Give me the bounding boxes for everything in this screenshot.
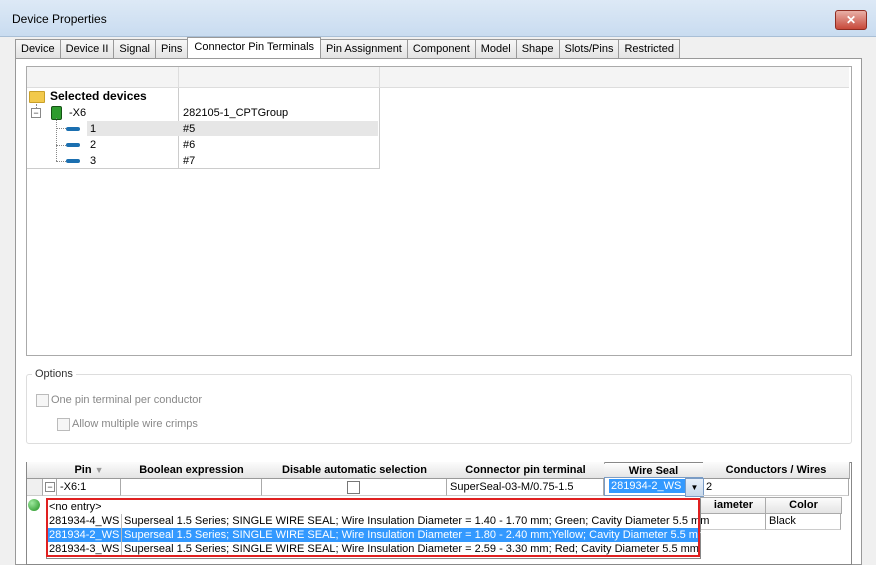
tab-restricted[interactable]: Restricted xyxy=(618,39,680,58)
tree-root-label: Selected devices xyxy=(50,89,147,103)
tree-line xyxy=(56,118,57,161)
collapse-icon[interactable]: − xyxy=(31,108,41,118)
subgrid-header-diameter[interactable]: iameter xyxy=(700,497,767,514)
options-label: Options xyxy=(32,368,76,380)
grid-header-conductors[interactable]: Conductors / Wires xyxy=(703,462,850,479)
tree-pin-name[interactable]: 2 xyxy=(90,137,96,153)
allow-multiple-crimps-label: Allow multiple wire crimps xyxy=(72,418,198,430)
tree-device-value: 282105-1_CPTGroup xyxy=(183,107,289,119)
cell-pin[interactable]: -X6:1 xyxy=(57,479,121,496)
highlight-annotation-box xyxy=(46,498,700,557)
pin-header-label: Pin xyxy=(74,464,92,476)
tab-strip: Device Device II Signal Pins Connector P… xyxy=(15,37,680,58)
tab-model[interactable]: Model xyxy=(474,39,517,58)
tree-device-name[interactable]: -X6 xyxy=(69,105,86,121)
tree-line xyxy=(56,145,66,146)
grid-expander-header xyxy=(43,462,58,479)
tree-header-divider[interactable] xyxy=(178,67,179,87)
tab-signal[interactable]: Signal xyxy=(113,39,156,58)
disable-auto-checkbox[interactable] xyxy=(347,481,360,494)
pin-icon xyxy=(66,127,80,131)
tree-pin-name[interactable]: 3 xyxy=(90,153,96,169)
tree-header xyxy=(27,67,849,88)
subgrid-cell-diameter[interactable] xyxy=(700,513,766,530)
pin-icon xyxy=(66,143,80,147)
one-pin-terminal-label: One pin terminal per conductor xyxy=(51,394,203,406)
tree-pin-value: #5 xyxy=(183,123,196,135)
tree-line xyxy=(56,128,66,129)
wire-seal-combo-value[interactable]: 281934-2_WS xyxy=(609,479,685,493)
tree-pin-name[interactable]: 1 xyxy=(90,121,96,137)
folder-icon xyxy=(29,91,45,103)
pin-icon xyxy=(66,159,80,163)
tree-row-highlight xyxy=(87,121,378,136)
row-expander[interactable]: − xyxy=(43,479,57,496)
collapse-icon[interactable]: − xyxy=(45,482,55,492)
grid-header-boolean[interactable]: Boolean expression xyxy=(121,462,263,479)
status-ok-icon xyxy=(28,499,40,511)
tree-pin-value: #7 xyxy=(183,155,196,167)
one-pin-terminal-checkbox[interactable] xyxy=(36,394,49,407)
tree-line xyxy=(56,161,66,162)
tab-pins[interactable]: Pins xyxy=(155,39,189,58)
tab-pin-assignment[interactable]: Pin Assignment xyxy=(320,39,408,58)
subgrid-cell-color[interactable]: Black xyxy=(766,513,841,530)
title-bar xyxy=(0,0,876,37)
tab-device-ii[interactable]: Device II xyxy=(59,39,115,58)
options-group xyxy=(26,374,852,444)
window-title: Device Properties xyxy=(12,12,107,26)
tab-connector-pin-terminals[interactable]: Connector Pin Terminals xyxy=(187,37,322,58)
tab-shape[interactable]: Shape xyxy=(515,39,560,58)
grid-header-pin[interactable]: Pin ▼ xyxy=(57,462,122,479)
tab-device[interactable]: Device xyxy=(15,39,61,58)
sort-icon: ▼ xyxy=(94,465,104,475)
tree-pin-value: #6 xyxy=(183,139,196,151)
grid-corner xyxy=(27,462,44,479)
cell-connector-terminal[interactable]: SuperSeal-03-M/0.75-1.5 xyxy=(447,479,604,496)
tab-component[interactable]: Component xyxy=(406,39,476,58)
subgrid-header-color[interactable]: Color xyxy=(765,497,842,514)
tab-slots-pins[interactable]: Slots/Pins xyxy=(558,39,620,58)
cell-conductors[interactable]: 2 xyxy=(703,479,849,496)
close-button[interactable]: ✕ xyxy=(835,10,867,30)
allow-multiple-crimps-checkbox[interactable] xyxy=(57,418,70,431)
close-icon: ✕ xyxy=(845,13,857,27)
wire-seal-dropdown-button[interactable]: ▼ xyxy=(685,478,704,497)
grid-header-disable-auto[interactable]: Disable automatic selection xyxy=(262,462,448,479)
cell-disable-auto xyxy=(262,479,447,496)
grid-header-connector-terminal[interactable]: Connector pin terminal xyxy=(447,462,605,479)
cell-boolean[interactable] xyxy=(121,479,262,496)
chevron-down-icon: ▼ xyxy=(690,483,699,492)
row-header xyxy=(27,479,43,496)
tree-header-divider[interactable] xyxy=(379,67,380,87)
